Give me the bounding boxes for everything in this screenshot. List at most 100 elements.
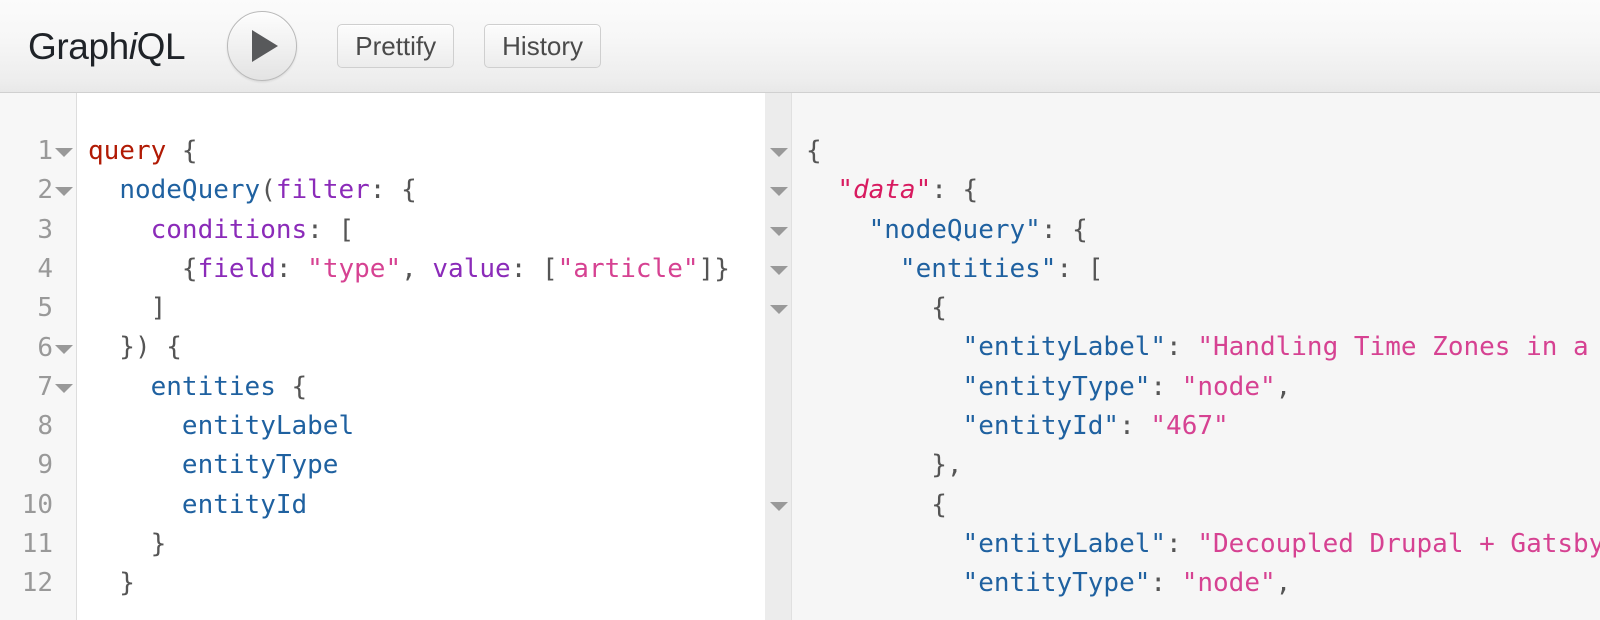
code-token: "entityLabel" bbox=[962, 332, 1167, 363]
code-token: "entityId" bbox=[962, 411, 1120, 442]
code-token: { bbox=[88, 253, 198, 284]
fold-arrow-icon[interactable] bbox=[55, 148, 73, 157]
line-number: 3 bbox=[37, 214, 53, 245]
line-number: 7 bbox=[37, 371, 53, 402]
code-token: entityType bbox=[181, 450, 339, 481]
code-line: nodeQuery(filter: { bbox=[88, 171, 730, 210]
code-line: ] bbox=[88, 289, 730, 328]
code-line: }) { bbox=[88, 328, 730, 367]
code-line: "data": { bbox=[806, 171, 1600, 210]
code-token: : { bbox=[931, 175, 979, 206]
logo-emphasis: i bbox=[128, 25, 137, 67]
fold-arrow-icon[interactable] bbox=[55, 344, 73, 354]
code-token: ]} bbox=[698, 253, 730, 284]
code-line: } bbox=[88, 525, 730, 564]
code-token: , bbox=[1275, 371, 1292, 402]
code-token: : [ bbox=[510, 253, 558, 284]
code-token: { bbox=[806, 136, 822, 166]
prettify-button[interactable]: Prettify bbox=[337, 24, 455, 68]
result-viewer-pane: { "data": { "nodeQuery": { "entities": [… bbox=[765, 93, 1600, 620]
line-number: 10 bbox=[21, 489, 53, 520]
code-line: { bbox=[806, 132, 1600, 171]
code-token: filter bbox=[275, 175, 370, 206]
query-editor-pane: 1 2 3 4 5 6 7 8 9 10 11 12 query { nodeQuery(filter… bbox=[0, 93, 765, 620]
result-viewer-content: { "data": { "nodeQuery": { "entities": [… bbox=[806, 132, 1600, 604]
execute-query-button[interactable] bbox=[227, 11, 298, 81]
fold-arrow-icon[interactable] bbox=[770, 265, 788, 275]
code-token: , bbox=[401, 253, 433, 284]
code-line: }, bbox=[806, 446, 1600, 485]
code-line: { bbox=[806, 289, 1600, 328]
code-token: "entityLabel" bbox=[962, 528, 1167, 559]
line-number: 12 bbox=[21, 568, 53, 599]
code-line: "entityId": "467" bbox=[806, 407, 1600, 446]
line-number: 8 bbox=[37, 411, 53, 442]
code-token: "data" bbox=[837, 175, 932, 206]
code-line: "entityType": "node", bbox=[806, 564, 1600, 603]
query-editor-content[interactable]: query { nodeQuery(filter: { conditions: … bbox=[88, 132, 730, 604]
code-token: value bbox=[432, 253, 511, 284]
code-token: : bbox=[1166, 332, 1198, 363]
code-line: conditions: [ bbox=[88, 211, 730, 250]
query-editor-gutter[interactable]: 1 2 3 4 5 6 7 8 9 10 11 12 bbox=[0, 93, 77, 620]
code-token: }) { bbox=[88, 332, 182, 363]
code-line: { bbox=[806, 486, 1600, 525]
fold-arrow-icon[interactable] bbox=[770, 187, 788, 197]
code-token: entities bbox=[150, 371, 276, 402]
logo-prefix: Graph bbox=[28, 25, 129, 67]
code-line: entityId bbox=[88, 486, 730, 525]
fold-arrow-icon[interactable] bbox=[770, 148, 788, 157]
fold-arrow-icon[interactable] bbox=[770, 305, 788, 315]
code-line: "entityType": "node", bbox=[806, 368, 1600, 407]
graphiql-app: GraphiQL Prettify History 1 2 3 4 5 6 7 8 9 10 11 1… bbox=[0, 0, 1600, 620]
code-line: "entities": [ bbox=[806, 250, 1600, 289]
code-token: : { bbox=[369, 175, 417, 206]
code-token: conditions bbox=[150, 214, 308, 245]
code-line: query { bbox=[88, 132, 730, 171]
result-viewer-gutter[interactable] bbox=[765, 93, 792, 620]
code-token: "467" bbox=[1150, 411, 1229, 442]
fold-arrow-icon[interactable] bbox=[770, 226, 788, 236]
code-token: "article" bbox=[557, 253, 699, 284]
line-number: 5 bbox=[37, 293, 53, 324]
code-token: { bbox=[166, 136, 198, 166]
line-number: 2 bbox=[37, 175, 53, 206]
code-token: { bbox=[806, 293, 947, 324]
logo-suffix: QL bbox=[136, 25, 186, 67]
code-token: : bbox=[1150, 371, 1182, 402]
code-token: { bbox=[275, 371, 308, 402]
code-token: : [ bbox=[1056, 253, 1104, 284]
code-line: "entityLabel": "Handling Time Zones in a bbox=[806, 328, 1600, 367]
code-token: query bbox=[88, 136, 167, 166]
code-token: : bbox=[275, 253, 308, 284]
query-editor-code-area[interactable]: query { nodeQuery(filter: { conditions: … bbox=[77, 93, 765, 620]
play-icon bbox=[252, 30, 279, 62]
code-line: entities { bbox=[88, 368, 730, 407]
result-viewer-code-area: { "data": { "nodeQuery": { "entities": [… bbox=[792, 93, 1600, 620]
line-number: 1 bbox=[37, 136, 53, 166]
fold-arrow-icon[interactable] bbox=[55, 383, 73, 393]
code-line: entityType bbox=[88, 446, 730, 485]
code-token: "type" bbox=[307, 253, 402, 284]
code-line: {field: "type", value: ["article"]} bbox=[88, 250, 730, 289]
code-token: "entities" bbox=[899, 253, 1057, 284]
history-button[interactable]: History bbox=[484, 24, 602, 68]
code-token: : bbox=[1150, 568, 1182, 599]
code-token: : bbox=[1119, 411, 1151, 442]
fold-arrow-icon[interactable] bbox=[55, 187, 73, 197]
fold-arrow-icon[interactable] bbox=[770, 501, 788, 511]
code-token: : bbox=[1166, 528, 1198, 559]
code-token: "entityType" bbox=[962, 568, 1151, 599]
code-token: ( bbox=[260, 175, 276, 206]
